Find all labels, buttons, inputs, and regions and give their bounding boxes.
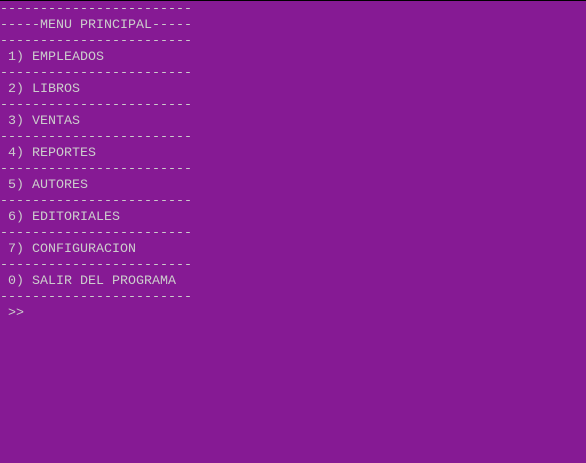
separator: ------------------------: [0, 194, 192, 209]
menu-title: -----MENU PRINCIPAL-----: [0, 18, 192, 33]
input-prompt-line[interactable]: >>: [0, 306, 192, 322]
separator: ------------------------: [0, 226, 192, 241]
menu-item-libros: 2) LIBROS: [0, 82, 80, 97]
separator: ------------------------: [0, 162, 192, 177]
console-output: ------------------------ -----MENU PRINC…: [0, 2, 192, 322]
separator: ------------------------: [0, 34, 192, 49]
separator: ------------------------: [0, 258, 192, 273]
menu-item-salir: 0) SALIR DEL PROGRAMA: [0, 274, 176, 289]
menu-item-editoriales: 6) EDITORIALES: [0, 210, 120, 225]
menu-item-ventas: 3) VENTAS: [0, 114, 80, 129]
separator: ------------------------: [0, 290, 192, 305]
separator: ------------------------: [0, 130, 192, 145]
menu-item-autores: 5) AUTORES: [0, 178, 88, 193]
menu-item-configuracion: 7) CONFIGURACION: [0, 242, 136, 257]
menu-item-reportes: 4) REPORTES: [0, 146, 96, 161]
separator: ------------------------: [0, 66, 192, 81]
menu-item-empleados: 1) EMPLEADOS: [0, 50, 104, 65]
separator: ------------------------: [0, 2, 192, 17]
separator: ------------------------: [0, 98, 192, 113]
prompt: >>: [0, 306, 24, 321]
